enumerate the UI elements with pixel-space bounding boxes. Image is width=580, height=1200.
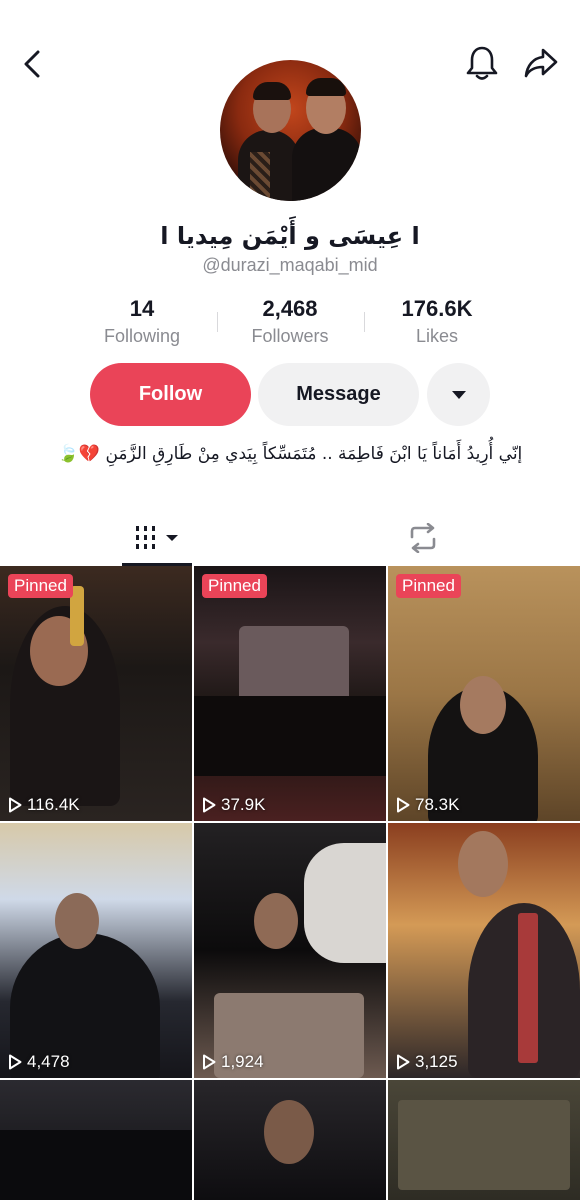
likes-label: Likes [415, 326, 459, 346]
username: @durazi_maqabi_mid [202, 255, 378, 275]
view-count-label: 3,125 [415, 1052, 458, 1071]
tab-videos[interactable] [122, 510, 192, 566]
thumbnail-figure [518, 913, 538, 1063]
thumbnail-figure [239, 626, 349, 696]
thumbnail-figure [458, 831, 508, 897]
thumbnail-figure [460, 676, 506, 734]
video-thumbnail[interactable]: Pinned 78.3K [388, 566, 580, 821]
followers-count: 2,468 [262, 296, 318, 321]
play-icon [397, 1054, 410, 1070]
video-thumbnail[interactable] [0, 1080, 192, 1200]
play-icon [203, 1054, 216, 1070]
followers-label: Followers [251, 326, 329, 346]
view-count-label: 116.4K [27, 795, 80, 814]
following-stat[interactable]: 14 Following [67, 296, 217, 347]
play-icon [203, 797, 216, 813]
view-count-label: 78.3K [415, 795, 460, 814]
video-grid: Pinned 116.4K Pinned 37.9K Pinned 78.3K … [0, 566, 580, 1200]
thumbnail-figure [254, 893, 298, 949]
avatar-figure [253, 82, 291, 100]
video-thumbnail[interactable]: 3,125 [388, 823, 580, 1078]
view-count: 116.4K [8, 795, 80, 815]
view-count-label: 37.9K [221, 795, 266, 814]
view-count: 78.3K [396, 795, 459, 815]
stat-divider [217, 312, 218, 332]
play-icon [9, 1054, 22, 1070]
thumbnail-figure [0, 1130, 192, 1200]
view-count: 37.9K [202, 795, 265, 815]
thumbnail-figure [194, 696, 386, 776]
following-label: Following [103, 326, 181, 346]
thumbnail-figure [264, 1100, 314, 1164]
content-tabs [0, 510, 580, 566]
notifications-button[interactable] [462, 42, 502, 84]
pinned-badge: Pinned [8, 574, 73, 598]
message-button[interactable]: Message [258, 363, 419, 426]
video-thumbnail[interactable]: 1,924 [194, 823, 386, 1078]
video-thumbnail[interactable] [194, 1080, 386, 1200]
view-count: 4,478 [8, 1052, 70, 1072]
caret-down-icon [451, 390, 466, 399]
thumbnail-figure [55, 893, 99, 949]
stats-row: 14 Following 2,468 Followers 176.6K Like… [0, 296, 580, 352]
bell-icon [466, 46, 498, 80]
play-icon [397, 797, 410, 813]
view-count: 3,125 [396, 1052, 458, 1072]
suggested-accounts-button[interactable] [427, 363, 490, 426]
view-count-label: 4,478 [27, 1052, 70, 1071]
avatar-figure [250, 152, 270, 201]
play-icon [9, 797, 22, 813]
stat-divider [364, 312, 365, 332]
video-thumbnail[interactable] [388, 1080, 580, 1200]
follow-button[interactable]: Follow [90, 363, 251, 426]
share-button[interactable] [520, 42, 562, 84]
thumbnail-figure [304, 843, 386, 963]
grid-icon [136, 526, 178, 549]
repost-icon [410, 523, 436, 553]
chevron-left-icon [24, 50, 40, 78]
following-count: 14 [129, 296, 155, 321]
video-thumbnail[interactable]: Pinned 37.9K [194, 566, 386, 821]
pinned-badge: Pinned [202, 574, 267, 598]
followers-stat[interactable]: 2,468 Followers [215, 296, 365, 347]
view-count: 1,924 [202, 1052, 264, 1072]
pinned-badge: Pinned [396, 574, 461, 598]
share-arrow-icon [524, 48, 558, 78]
likes-count: 176.6K [401, 296, 473, 321]
avatar[interactable] [220, 60, 361, 201]
view-count-label: 1,924 [221, 1052, 264, 1071]
likes-stat[interactable]: 176.6K Likes [362, 296, 512, 347]
tab-reposts[interactable] [388, 510, 458, 566]
video-thumbnail[interactable]: Pinned 116.4K [0, 566, 192, 821]
avatar-figure [292, 128, 361, 201]
bio: إنّي أُرِيدُ أَمَاناً يَا ابْنَ فَاطِمَة… [57, 444, 523, 464]
avatar-figure [306, 78, 346, 96]
video-thumbnail[interactable]: 4,478 [0, 823, 192, 1078]
back-button[interactable] [12, 44, 52, 84]
display-name: ا عِيسَى و أَيْمَن مِيديا ا [160, 222, 420, 250]
thumbnail-figure [398, 1100, 570, 1190]
